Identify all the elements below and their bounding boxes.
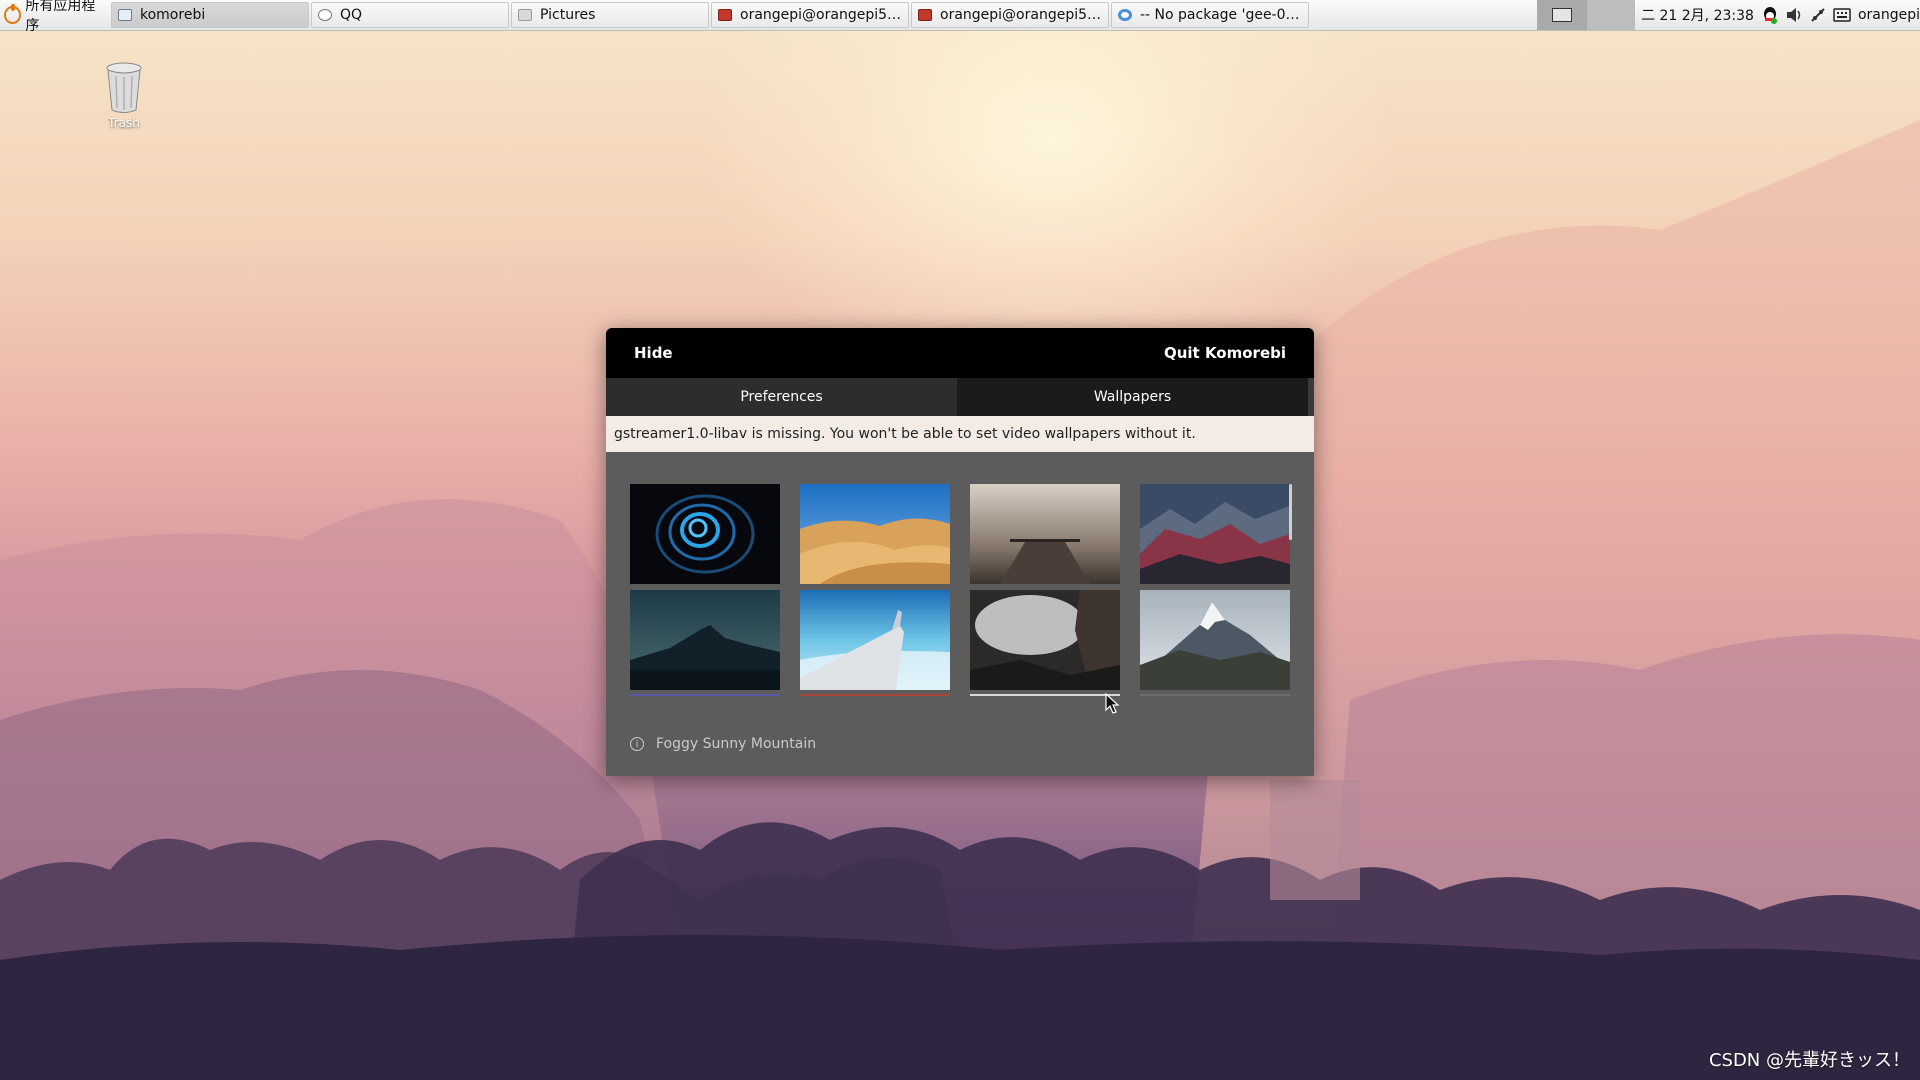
wallpaper-thumb-desert-dunes[interactable] [800, 484, 950, 584]
task-terminal-1[interactable]: orangepi@orangepi5: ~/k··· [711, 2, 909, 28]
wallpaper-grid-area: i Foggy Sunny Mountain [606, 452, 1314, 776]
wallpaper-thumb-foggy-cliff[interactable] [970, 590, 1120, 696]
clock[interactable]: 二 21 2月, 23:38 [1635, 5, 1758, 25]
desktop-icon [1552, 8, 1573, 22]
window-icon [118, 9, 132, 21]
workspace-switcher[interactable] [1587, 0, 1636, 30]
trash-icon [106, 62, 142, 114]
task-terminal-2[interactable]: orangepi@orangepi5: ~/k··· [911, 2, 1109, 28]
terminal-icon [918, 9, 932, 21]
trash-desktop-icon[interactable]: Trash [96, 62, 152, 130]
tab-wallpapers[interactable]: Wallpapers [957, 378, 1308, 416]
watermark: CSDN @先輩好きッス！ [1708, 1050, 1910, 1071]
task-label: QQ [340, 7, 363, 23]
wallpaper-thumb-blue-spiral[interactable] [630, 484, 780, 584]
tab-bar-filler [1308, 378, 1314, 416]
power-logo-icon [4, 4, 22, 24]
keyboard-icon[interactable] [1833, 6, 1851, 24]
mouse-cursor-icon [1105, 693, 1119, 714]
thumb-indicator [1140, 694, 1290, 696]
thumb-indicator [630, 694, 780, 696]
taskbar: 所有应用程序 komorebi QQ Pictures orangepi@ora… [0, 0, 1920, 34]
qq-tray-icon[interactable] [1761, 6, 1779, 24]
missing-dependency-warning: gstreamer1.0-libav is missing. You won't… [606, 416, 1314, 452]
task-label: komorebi [140, 7, 206, 23]
network-icon[interactable] [1809, 6, 1827, 24]
applications-menu-label: 所有应用程序 [25, 0, 96, 34]
terminal-icon [718, 9, 732, 21]
task-qq[interactable]: QQ [311, 2, 509, 28]
wallpaper-thumb-red-mountains[interactable] [1140, 484, 1290, 584]
wallpaper-thumb-airplane-wing[interactable] [800, 590, 950, 696]
quit-komorebi-button[interactable]: Quit Komorebi [1164, 344, 1286, 362]
tab-bar: Preferences Wallpapers [606, 378, 1314, 416]
volume-icon[interactable] [1785, 6, 1803, 24]
wallpaper-thumb-foggy-pier[interactable] [970, 484, 1120, 584]
window-header: Hide Quit Komorebi [606, 328, 1314, 378]
task-label: orangepi@orangepi5: ~/k··· [740, 7, 902, 23]
show-desktop-button[interactable] [1537, 0, 1588, 30]
komorebi-window: Hide Quit Komorebi Preferences Wallpaper… [606, 328, 1314, 776]
thumb-indicator [970, 694, 1120, 696]
task-label: Pictures [540, 7, 596, 23]
trash-label: Trash [108, 116, 140, 130]
wallpaper-thumb-dark-mountain-lake[interactable] [630, 590, 780, 696]
user-menu[interactable]: orangepi [1854, 7, 1920, 23]
info-icon: i [630, 737, 644, 751]
qq-icon [318, 9, 332, 21]
task-label: orangepi@orangepi5: ~/k··· [940, 7, 1102, 23]
task-komorebi[interactable]: komorebi [111, 2, 309, 28]
grid-scrollbar[interactable] [1289, 484, 1292, 540]
task-label: -- No package 'gee-0.8' fo··· [1140, 7, 1302, 23]
task-pictures[interactable]: Pictures [511, 2, 709, 28]
wallpaper-info: i Foggy Sunny Mountain [630, 736, 816, 752]
wallpaper-thumb-snowy-peak[interactable] [1140, 590, 1290, 696]
chrome-icon [1118, 9, 1132, 21]
folder-icon [518, 9, 532, 21]
tab-preferences[interactable]: Preferences [606, 378, 957, 416]
selected-wallpaper-name: Foggy Sunny Mountain [656, 736, 817, 752]
thumb-indicator [800, 694, 950, 696]
hide-button[interactable]: Hide [634, 344, 673, 362]
task-browser[interactable]: -- No package 'gee-0.8' fo··· [1111, 2, 1309, 28]
applications-menu-button[interactable]: 所有应用程序 [0, 0, 110, 34]
